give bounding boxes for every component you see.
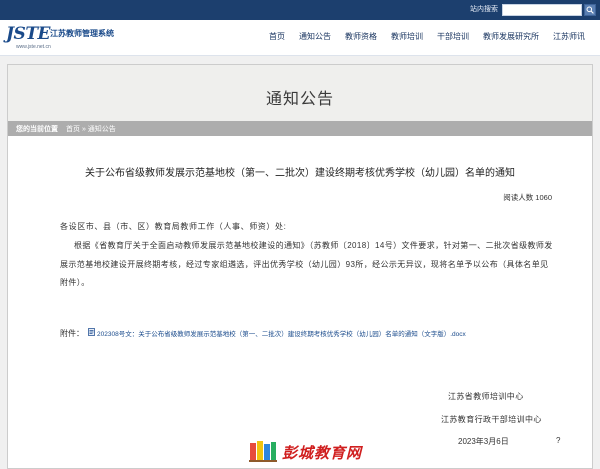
search-icon: [586, 6, 594, 14]
attachment-row: 附件： 202308号文：关于公布省级教师发展示范基地校（第一、二批次）建设终期…: [60, 323, 466, 341]
signature-mark: ?: [556, 436, 561, 445]
nav-item-notices[interactable]: 通知公告: [292, 20, 338, 56]
breadcrumb-path[interactable]: 首页 » 通知公告: [66, 124, 116, 134]
section-banner: 通知公告: [8, 65, 592, 121]
article-body: 根据《省教育厅关于全面启动教师发展示范基地校建设的通知》（苏教师〔2018〕14…: [60, 241, 553, 287]
search-button[interactable]: [584, 4, 596, 16]
signature-org-2: 江苏教育行政干部培训中心: [441, 415, 542, 424]
site-search-label: 站内搜索: [470, 6, 498, 13]
watermark-logo: 彭城教育网: [248, 439, 363, 465]
nav-item-teacher-qualification[interactable]: 教师资格: [338, 20, 384, 56]
top-utility-bar: 站内搜索: [0, 0, 600, 20]
nav-item-research-institute[interactable]: 教师发展研究所: [476, 20, 546, 56]
nav-item-jiangsu-news[interactable]: 江苏师讯: [546, 20, 592, 56]
attachment-link[interactable]: 202308号文：关于公布省级教师发展示范基地校（第一、二批次）建设终期考核优秀…: [97, 331, 466, 338]
attachment-label: 附件：: [60, 329, 84, 338]
nav-item-cadre-training[interactable]: 干部培训: [430, 20, 476, 56]
breadcrumb-heading: 您的当前位置: [16, 126, 58, 133]
logo-url: www.jste.net.cn: [16, 44, 51, 50]
logo-site-name: 江苏教师管理系统: [50, 29, 114, 38]
watermark-text: 彭城教育网: [282, 445, 363, 462]
nav-item-home[interactable]: 首页: [262, 20, 292, 56]
main-nav: 首页 通知公告 教师资格 教师培训 干部培训 教师发展研究所 江苏师讯: [262, 20, 592, 56]
article-title: 关于公布省级教师发展示范基地校（第一、二批次）建设终期考核优秀学校（幼儿园）名单…: [85, 168, 515, 179]
logo-mark: JSTE: [6, 24, 50, 44]
read-count: 阅读人数 1060: [503, 193, 552, 202]
signature-org-1: 江苏省教师培训中心: [448, 392, 524, 401]
breadcrumb: 您的当前位置 首页 » 通知公告: [8, 121, 592, 136]
site-logo[interactable]: JSTE 江苏教师管理系统 www.jste.net.cn: [6, 24, 116, 52]
nav-item-teacher-training[interactable]: 教师培训: [384, 20, 430, 56]
site-search-input[interactable]: [502, 4, 582, 16]
word-doc-icon: [88, 327, 95, 336]
signature-date: 2023年3月6日: [458, 437, 509, 446]
section-title: 通知公告: [265, 91, 334, 108]
books-icon: [249, 441, 277, 462]
content-panel: 通知公告 您的当前位置 首页 » 通知公告 关于公布省级教师发展示范基地校（第一…: [7, 64, 593, 469]
site-header: JSTE 江苏教师管理系统 www.jste.net.cn 首页 通知公告 教师…: [0, 20, 600, 56]
article-salutation: 各设区市、县（市、区）教育局教师工作（人事、师资）处:: [60, 222, 287, 231]
